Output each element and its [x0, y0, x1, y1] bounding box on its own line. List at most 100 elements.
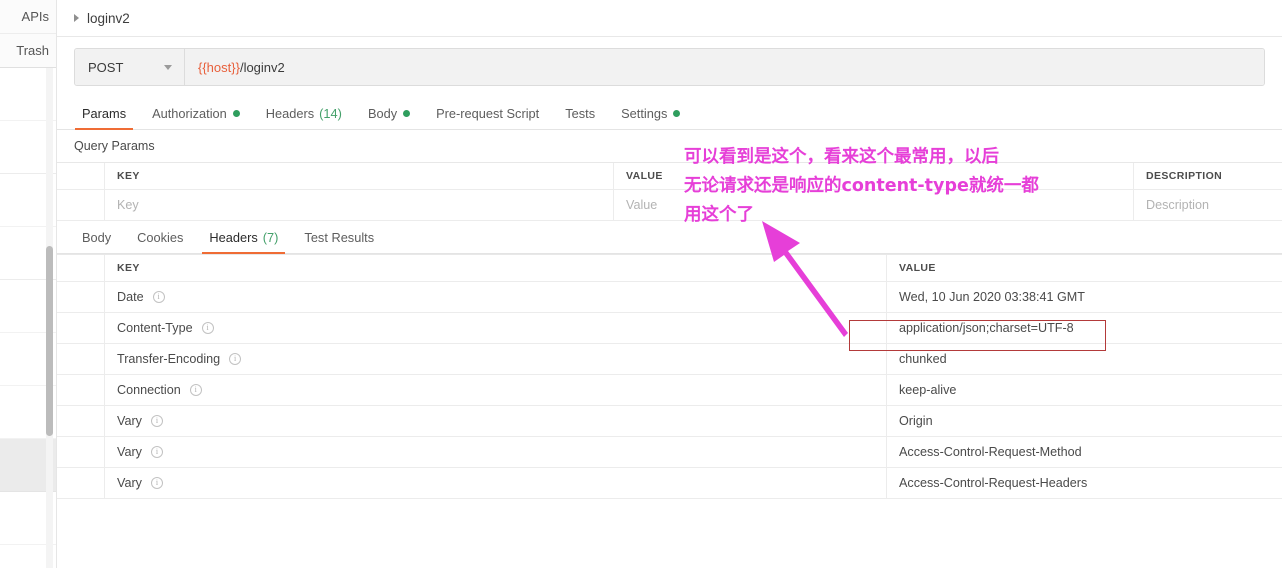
header-value-cell: chunked — [899, 352, 947, 366]
sidebar-tab-trash[interactable]: Trash — [0, 34, 56, 68]
header-value-cell: Origin — [899, 414, 933, 428]
tab-headers-label: Headers — [265, 105, 315, 121]
response-tab-bar: Body Cookies Headers (7) Test Results — [57, 221, 1282, 254]
tab-body-label: Body — [367, 105, 398, 121]
status-dot-icon — [232, 109, 240, 117]
url-path-text: /loginv2 — [239, 59, 285, 75]
response-tab-headers[interactable]: Headers (7) — [196, 221, 291, 254]
header-key-text: Date — [117, 290, 144, 304]
column-header-key: KEY — [104, 255, 887, 281]
status-dot-icon — [673, 109, 681, 117]
sidebar-collection-list — [0, 68, 56, 568]
column-header-description: DESCRIPTION — [1146, 170, 1223, 182]
url-variable-token: {{host}} — [198, 59, 240, 75]
tab-headers[interactable]: Headers (14) — [253, 97, 355, 129]
row-gutter — [57, 255, 104, 281]
tab-tests[interactable]: Tests — [552, 97, 608, 129]
info-circle-icon[interactable]: i — [201, 322, 214, 334]
header-key-cell: Vary i — [104, 437, 887, 467]
header-key-cell: Transfer-Encoding i — [104, 344, 887, 374]
sidebar-tab-trash-label: Trash — [16, 43, 49, 58]
row-gutter — [57, 437, 104, 467]
header-value-cell: application/json;charset=UTF-8 — [899, 321, 1074, 335]
row-gutter — [57, 282, 104, 312]
tab-pre-request-script-label: Pre-request Script — [436, 105, 540, 121]
header-key-text: Connection — [117, 383, 181, 397]
tab-settings-label: Settings — [621, 105, 668, 121]
info-circle-icon[interactable]: i — [152, 291, 165, 303]
info-circle-icon[interactable]: i — [150, 477, 163, 489]
tab-settings[interactable]: Settings — [608, 97, 693, 129]
info-circle-icon[interactable]: i — [229, 353, 242, 365]
sidebar-scrollbar-thumb[interactable] — [46, 246, 53, 436]
url-bar: POST {{host}}/loginv2 — [57, 37, 1282, 97]
row-gutter — [57, 468, 104, 498]
response-headers-table: KEY VALUE Date i Wed, 10 Jun 2020 03:38:… — [57, 254, 1282, 499]
sidebar-tab-apis[interactable]: APIs — [0, 0, 56, 34]
response-tab-body-label: Body — [82, 229, 112, 245]
info-circle-icon[interactable]: i — [189, 384, 202, 396]
url-input[interactable]: {{host}}/loginv2 — [185, 49, 1264, 85]
header-key-text: Transfer-Encoding — [117, 352, 221, 366]
request-panel: loginv2 POST {{host}}/loginv2 Params Aut… — [57, 0, 1282, 568]
tab-tests-label: Tests — [565, 105, 596, 121]
table-row: Transfer-Encoding i chunked — [57, 344, 1282, 375]
param-value-input[interactable]: Value — [614, 190, 1134, 220]
tab-body[interactable]: Body — [355, 97, 423, 129]
tab-authorization-label: Authorization — [152, 105, 227, 121]
row-gutter — [57, 344, 104, 374]
response-tab-test-results-label: Test Results — [304, 229, 375, 245]
tab-headers-count: (14) — [319, 105, 342, 121]
row-gutter — [57, 190, 104, 220]
header-key-text: Vary — [117, 445, 142, 459]
column-header-value: VALUE — [899, 262, 936, 274]
header-key-text: Content-Type — [117, 321, 193, 335]
response-tab-body[interactable]: Body — [69, 221, 124, 253]
table-row[interactable]: Key Value Description — [57, 190, 1282, 221]
row-gutter — [57, 375, 104, 405]
header-key-text: Vary — [117, 476, 142, 490]
row-gutter — [57, 406, 104, 436]
status-dot-icon — [403, 109, 411, 117]
method-select[interactable]: POST — [75, 49, 185, 85]
request-tab-bar: Params Authorization Headers (14) Body P… — [57, 97, 1282, 130]
chevron-down-icon — [164, 64, 172, 70]
row-gutter — [57, 163, 104, 189]
caret-right-icon[interactable] — [74, 14, 79, 22]
tab-authorization[interactable]: Authorization — [139, 97, 253, 129]
param-description-input[interactable]: Description — [1134, 190, 1282, 220]
response-tab-cookies[interactable]: Cookies — [124, 221, 196, 253]
column-header-value: VALUE — [614, 163, 1134, 189]
response-tab-cookies-label: Cookies — [137, 229, 184, 245]
table-row: Vary i Access-Control-Request-Method — [57, 437, 1282, 468]
breadcrumb: loginv2 — [57, 0, 1282, 37]
tab-params[interactable]: Params — [69, 97, 139, 130]
header-value-cell: keep-alive — [899, 383, 957, 397]
header-value-cell: Access-Control-Request-Headers — [899, 476, 1088, 490]
info-circle-icon[interactable]: i — [150, 446, 163, 458]
sidebar-tab-apis-label: APIs — [21, 9, 49, 24]
column-header-key: KEY — [104, 163, 614, 189]
header-key-cell: Vary i — [104, 468, 887, 498]
table-header-row: KEY VALUE DESCRIPTION — [57, 163, 1282, 190]
header-key-cell: Vary i — [104, 406, 887, 436]
info-circle-icon[interactable]: i — [150, 415, 163, 427]
param-key-input[interactable]: Key — [104, 190, 614, 220]
sidebar-tab-group: APIs Trash — [0, 0, 56, 68]
url-input-group: POST {{host}}/loginv2 — [74, 48, 1265, 86]
response-tab-test-results[interactable]: Test Results — [291, 221, 387, 253]
header-value-cell: Access-Control-Request-Method — [899, 445, 1082, 459]
table-row: Content-Type i application/json;charset=… — [57, 313, 1282, 344]
table-row: Date i Wed, 10 Jun 2020 03:38:41 GMT — [57, 282, 1282, 313]
tab-pre-request-script[interactable]: Pre-request Script — [423, 97, 552, 129]
tab-params-label: Params — [82, 105, 127, 121]
header-key-cell: Connection i — [104, 375, 887, 405]
header-value-cell: Wed, 10 Jun 2020 03:38:41 GMT — [899, 290, 1085, 304]
response-tab-headers-label: Headers — [209, 229, 258, 245]
method-select-value: POST — [88, 59, 124, 75]
query-params-title: Query Params — [57, 130, 1282, 162]
page-title: loginv2 — [87, 10, 130, 26]
table-row: Connection i keep-alive — [57, 375, 1282, 406]
table-row: Vary i Access-Control-Request-Headers — [57, 468, 1282, 499]
sidebar: APIs Trash — [0, 0, 57, 568]
